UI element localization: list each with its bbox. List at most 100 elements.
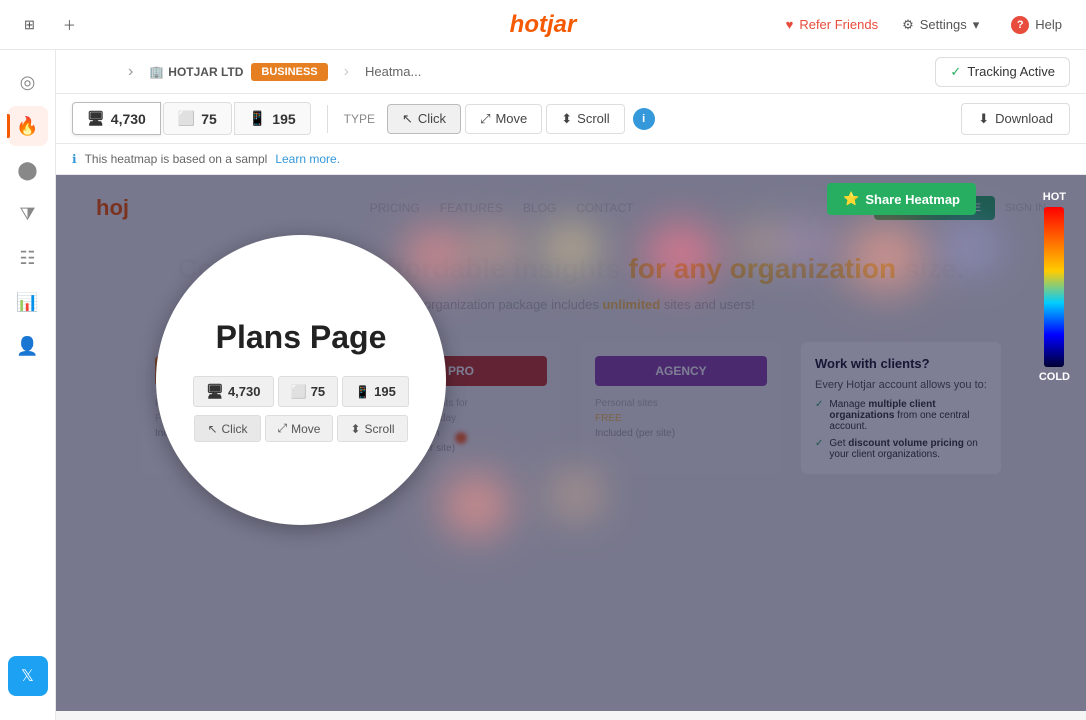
heat-blob-3 — [536, 221, 606, 276]
scroll-icon: ⬍ — [561, 111, 572, 127]
device-tab-desktop[interactable]: 🖥 4,730 — [72, 102, 161, 135]
sidebar-item-polls[interactable]: 📊 — [8, 282, 48, 322]
sidebar-item-users[interactable]: 👤 — [8, 326, 48, 366]
heatmap-preview: hoj PRICING FEATURES BLOG CONTACT TRY IT… — [56, 175, 1086, 711]
desktop-count: 4,730 — [111, 111, 146, 127]
download-icon: ⬇ — [978, 111, 989, 127]
settings-button[interactable]: ⚙ Settings ▾ — [894, 13, 987, 37]
scroll-label: Scroll — [577, 111, 610, 126]
magnify-title: Plans Page — [216, 318, 387, 356]
help-icon: ? — [1011, 16, 1029, 34]
sidebar-item-overview[interactable]: ◎ — [8, 62, 48, 102]
magnify-move-label: Move — [291, 422, 320, 436]
layout: ◎ 🔥 ⬤ ⧩ ☷ 📊 👤 𝕏 › — [0, 50, 1086, 720]
nav-right: ♥ Refer Friends ⚙ Settings ▾ ? Help — [786, 12, 1070, 38]
mobile-icon: 📱 — [249, 110, 266, 127]
sub-header: › 🏢 HOTJAR LTD BUSINESS › Heatma... ✓ Tr… — [56, 50, 1086, 94]
breadcrumb-heatmaps[interactable]: Heatma... — [365, 64, 421, 79]
tablet-count: 75 — [201, 111, 217, 127]
magnify-scroll-icon: ⬍ — [350, 422, 360, 436]
magnify-desktop-count: 4,730 — [228, 384, 261, 399]
desktop-icon: 🖥 — [87, 110, 105, 127]
heart-icon: ♥ — [786, 17, 794, 32]
help-button[interactable]: ? Help — [1003, 12, 1070, 38]
legend-hot: HOT — [1043, 191, 1066, 203]
move-icon: ⤢ — [480, 111, 490, 127]
info-bar: ℹ This heatmap is based on a sampl Learn… — [56, 144, 1086, 175]
sidebar-item-funnels[interactable]: ⧩ — [8, 194, 48, 234]
device-tab-tablet[interactable]: ⬜ 75 — [163, 102, 232, 135]
toolbar-separator — [327, 105, 328, 133]
breadcrumb-sep: › — [344, 63, 349, 81]
magnify-tablet-icon: ⬜ — [291, 384, 307, 400]
magnify-click-tab: ↖ Click — [194, 415, 260, 442]
mobile-count: 195 — [272, 111, 295, 127]
magnify-desktop-tab: 🖥 4,730 — [193, 376, 273, 407]
type-tab-move[interactable]: ⤢ Move — [465, 104, 542, 134]
magnify-type-toolbar: ↖ Click ⤢ Move ⬍ Scroll — [194, 415, 407, 442]
device-tabs: 🖥 4,730 ⬜ 75 📱 195 — [72, 102, 311, 135]
sidebar-item-heatmaps[interactable]: 🔥 — [8, 106, 48, 146]
share-icon: ⭐ — [843, 191, 859, 207]
dashboard-icon: ⊞ — [24, 17, 35, 33]
heatmap-legend: HOT COLD — [1039, 191, 1070, 383]
org-info: 🏢 HOTJAR LTD BUSINESS — [149, 63, 327, 81]
twitter-button[interactable]: 𝕏 — [8, 656, 48, 696]
download-button[interactable]: ⬇ Download — [961, 103, 1070, 135]
learn-more-link[interactable]: Learn more. — [275, 152, 340, 166]
magnify-mobile-tab: 📱 195 — [342, 376, 409, 407]
magnify-tablet-count: 75 — [311, 384, 325, 399]
forms-icon: ☷ — [19, 248, 35, 269]
magnify-scroll-tab: ⬍ Scroll — [337, 415, 407, 442]
click-label: Click — [418, 111, 446, 126]
heat-blob-7 — [836, 217, 936, 297]
add-button[interactable]: ＋ — [55, 11, 84, 38]
nav-center: hotjar — [510, 11, 577, 39]
magnify-tablet-tab: ⬜ 75 — [278, 376, 339, 407]
heat-blob-1 — [396, 225, 476, 285]
magnify-move-tab: ⤢ Move — [265, 415, 334, 442]
magnify-desktop-icon: 🖥 — [206, 383, 224, 400]
settings-label: Settings — [920, 17, 967, 32]
info-text: This heatmap is based on a sampl — [85, 152, 268, 166]
chevron-down-icon: ▾ — [973, 17, 980, 33]
magnify-move-icon: ⤢ — [278, 421, 288, 436]
heat-blob-6 — [776, 219, 836, 269]
polls-icon: 📊 — [16, 292, 38, 313]
plus-icon: ＋ — [63, 15, 76, 34]
share-heatmap-area: ⭐ Share Heatmap — [827, 183, 976, 215]
dashboard-button[interactable]: ⊞ — [16, 13, 43, 37]
tablet-icon: ⬜ — [178, 110, 195, 127]
type-tab-scroll[interactable]: ⬍ Scroll — [546, 104, 624, 134]
magnify-toolbar: 🖥 4,730 ⬜ 75 📱 195 — [193, 376, 409, 407]
heat-blob-4 — [636, 219, 726, 289]
type-label: TYPE — [344, 112, 375, 126]
magnify-content: Plans Page 🖥 4,730 ⬜ 75 📱 195 — [156, 235, 446, 525]
cursor-icon: ↖ — [402, 111, 413, 127]
move-label: Move — [495, 111, 527, 126]
building-icon: 🏢 — [149, 65, 164, 79]
nav-left: ⊞ ＋ — [16, 11, 84, 38]
share-heatmap-label: Share Heatmap — [865, 192, 960, 207]
org-name: HOTJAR LTD — [168, 65, 243, 79]
collapse-button[interactable]: › — [128, 63, 133, 81]
info-icon[interactable]: i — [633, 108, 655, 130]
heatmap-toolbar: 🖥 4,730 ⬜ 75 📱 195 TYPE ↖ Click — [56, 94, 1086, 144]
refer-friends-button[interactable]: ♥ Refer Friends — [786, 17, 878, 32]
type-tab-click[interactable]: ↖ Click — [387, 104, 461, 134]
magnify-circle: Plans Page 🖥 4,730 ⬜ 75 📱 195 — [156, 235, 446, 525]
sidebar-item-recordings[interactable]: ⬤ — [8, 150, 48, 190]
sidebar-item-forms[interactable]: ☷ — [8, 238, 48, 278]
info-icon-small: ℹ — [72, 152, 77, 166]
check-icon: ✓ — [950, 64, 961, 80]
overview-icon: ◎ — [20, 72, 36, 93]
magnify-scroll-label: Scroll — [365, 422, 395, 436]
magnify-cursor-icon: ↖ — [207, 422, 217, 436]
heat-blob-10 — [546, 470, 606, 520]
help-label: Help — [1035, 17, 1062, 32]
legend-cold: COLD — [1039, 371, 1070, 383]
share-heatmap-button[interactable]: ⭐ Share Heatmap — [827, 183, 976, 215]
device-tab-mobile[interactable]: 📱 195 — [234, 102, 311, 135]
recordings-icon: ⬤ — [17, 160, 37, 181]
users-icon: 👤 — [16, 336, 38, 357]
